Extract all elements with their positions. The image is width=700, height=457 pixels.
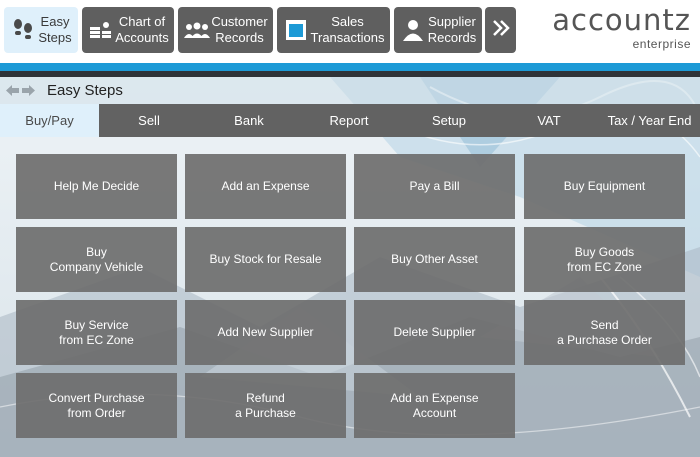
tile-label: Send [590,317,619,332]
accent-stripe [0,63,700,71]
tile-label: Add New Supplier [217,325,314,339]
tile-label: Buy Goods [574,244,635,259]
sales-transactions-button[interactable]: Sales Transactions [277,7,390,53]
send-purchase-order-tile[interactable]: Send a Purchase Order [524,300,685,365]
tab-sell[interactable]: Sell [99,104,199,137]
tab-vat[interactable]: VAT [499,104,599,137]
tab-report[interactable]: Report [299,104,399,137]
main-toolbar: Easy Steps Chart of Accounts Customer Re… [0,0,700,63]
person-icon [400,17,426,43]
convert-purchase-order-tile[interactable]: Convert Purchase from Order [16,373,177,438]
buy-other-asset-tile[interactable]: Buy Other Asset [354,227,515,292]
footprints-icon [10,17,36,43]
buy-equipment-tile[interactable]: Buy Equipment [524,154,685,219]
breadcrumb: Easy Steps [0,77,700,104]
buy-company-vehicle-tile[interactable]: Buy Company Vehicle [16,227,177,292]
forward-arrow-icon[interactable] [22,84,35,97]
tile-label-2: from Order [67,405,126,420]
section-tabs: Buy/Pay Sell Bank Report Setup VAT Tax /… [0,104,700,137]
people-group-icon [184,17,210,43]
tile-label: Buy Other Asset [391,252,478,266]
customer-records-button[interactable]: Customer Records [178,7,273,53]
ledger-stack-icon [88,17,114,43]
sales-window-icon [283,17,309,43]
buy-stock-for-resale-tile[interactable]: Buy Stock for Resale [185,227,346,292]
tile-label: Buy Equipment [563,179,646,193]
brand-logo: accountz enterprise [552,4,691,51]
add-expense-account-tile[interactable]: Add an Expense Account [354,373,515,438]
add-expense-tile[interactable]: Add an Expense [185,154,346,219]
sales-transactions-label-1: Sales [331,14,364,29]
delete-supplier-tile[interactable]: Delete Supplier [354,300,515,365]
tile-label: Add an Expense [221,179,310,193]
customer-records-label-2: Records [215,30,264,45]
easy-steps-label-2: Steps [38,30,72,45]
back-arrow-icon[interactable] [6,84,19,97]
action-tile-grid: Help Me Decide Add an Expense Pay a Bill… [16,154,685,440]
tab-tax-year-end[interactable]: Tax / Year End [599,104,700,137]
tile-label: Pay a Bill [409,179,460,193]
tab-setup[interactable]: Setup [399,104,499,137]
tile-label-2: from EC Zone [567,259,642,274]
help-me-decide-tile[interactable]: Help Me Decide [16,154,177,219]
tab-bank[interactable]: Bank [199,104,299,137]
tile-label: Add an Expense [390,390,479,405]
brand-name: accountz [552,3,691,37]
double-chevron-right-icon [491,19,511,42]
tile-label: Refund [246,390,285,405]
buy-service-ec-zone-tile[interactable]: Buy Service from EC Zone [16,300,177,365]
easy-steps-button[interactable]: Easy Steps [4,7,78,53]
supplier-records-label-2: Records [427,30,477,45]
sales-transactions-label-2: Transactions [310,30,385,45]
chart-of-accounts-label-1: Chart of [118,14,166,29]
chart-of-accounts-label-2: Accounts [115,30,169,45]
tile-label: Buy Stock for Resale [209,252,322,266]
tile-label-2: a Purchase Order [557,332,652,347]
tile-label: Convert Purchase [48,390,145,405]
easy-steps-label-1: Easy [40,14,70,29]
more-toolbar-button[interactable] [485,7,516,53]
pay-bill-tile[interactable]: Pay a Bill [354,154,515,219]
tile-label: Help Me Decide [53,179,140,193]
tile-label-2: Company Vehicle [49,259,144,274]
add-new-supplier-tile[interactable]: Add New Supplier [185,300,346,365]
buy-goods-ec-zone-tile[interactable]: Buy Goods from EC Zone [524,227,685,292]
page-title: Easy Steps [47,82,123,99]
tile-label-2: a Purchase [235,405,296,420]
tab-buy-pay[interactable]: Buy/Pay [0,104,99,137]
customer-records-label-1: Customer [211,14,268,29]
tile-label: Delete Supplier [393,325,476,339]
tile-label: Buy Service [64,317,129,332]
tile-label-2: from EC Zone [59,332,134,347]
supplier-records-button[interactable]: Supplier Records [394,7,482,53]
brand-subtitle: enterprise [632,37,691,51]
supplier-records-label-1: Supplier [428,14,476,29]
tile-label-2: Account [412,405,457,420]
refund-purchase-tile[interactable]: Refund a Purchase [185,373,346,438]
tile-label: Buy [86,244,107,259]
chart-of-accounts-button[interactable]: Chart of Accounts [82,7,174,53]
